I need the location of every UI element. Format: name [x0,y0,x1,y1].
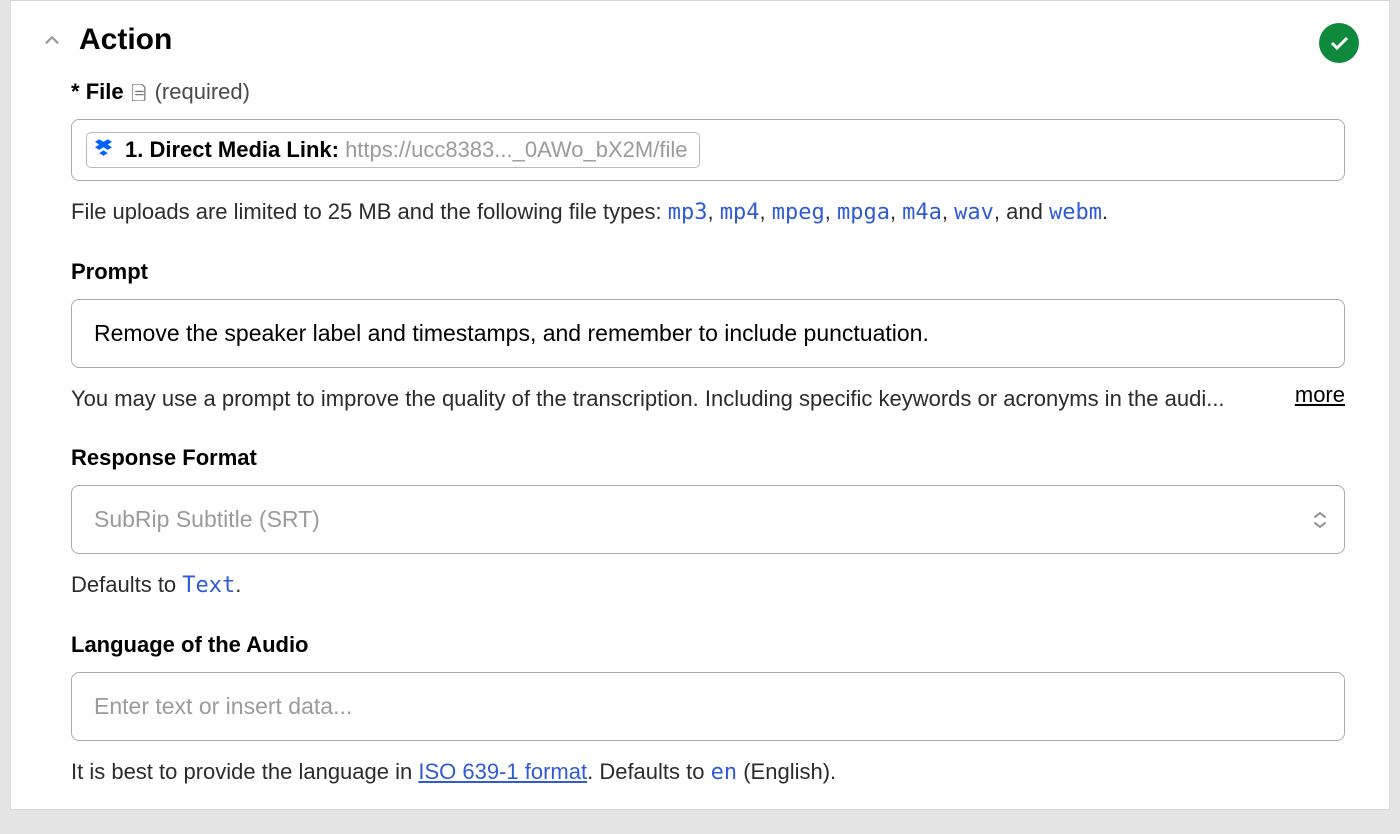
response-format-help-text: Defaults to Text. [71,568,1345,602]
file-field: * File (required) 1. Direct Media Link: … [71,79,1345,229]
prompt-input[interactable] [71,299,1345,368]
action-section-header: Action [11,1,1389,79]
dropbox-icon [95,137,115,163]
select-chevrons-icon [1313,511,1327,529]
prompt-field: Prompt You may use a prompt to improve t… [71,259,1345,415]
response-format-label: Response Format [71,445,1345,471]
response-format-field: Response Format Defaults to Text. [71,445,1345,602]
file-input[interactable]: 1. Direct Media Link: https://ucc8383...… [71,119,1345,181]
language-input[interactable] [71,672,1345,741]
language-label: Language of the Audio [71,632,1345,658]
file-label: * File (required) [71,79,1345,105]
more-link[interactable]: more [1295,382,1345,408]
document-icon [132,84,147,101]
prompt-label: Prompt [71,259,1345,285]
language-help-text: It is best to provide the language in IS… [71,755,1345,789]
language-field: Language of the Audio It is best to prov… [71,632,1345,789]
file-help-text: File uploads are limited to 25 MB and th… [71,195,1345,229]
response-format-select[interactable] [71,485,1345,554]
section-title: Action [79,23,172,57]
status-success-icon [1319,23,1359,63]
file-chip[interactable]: 1. Direct Media Link: https://ucc8383...… [86,132,700,168]
iso-format-link[interactable]: ISO 639-1 format [418,759,587,784]
prompt-help-text: You may use a prompt to improve the qual… [71,382,1277,415]
chevron-up-icon[interactable] [41,29,63,51]
